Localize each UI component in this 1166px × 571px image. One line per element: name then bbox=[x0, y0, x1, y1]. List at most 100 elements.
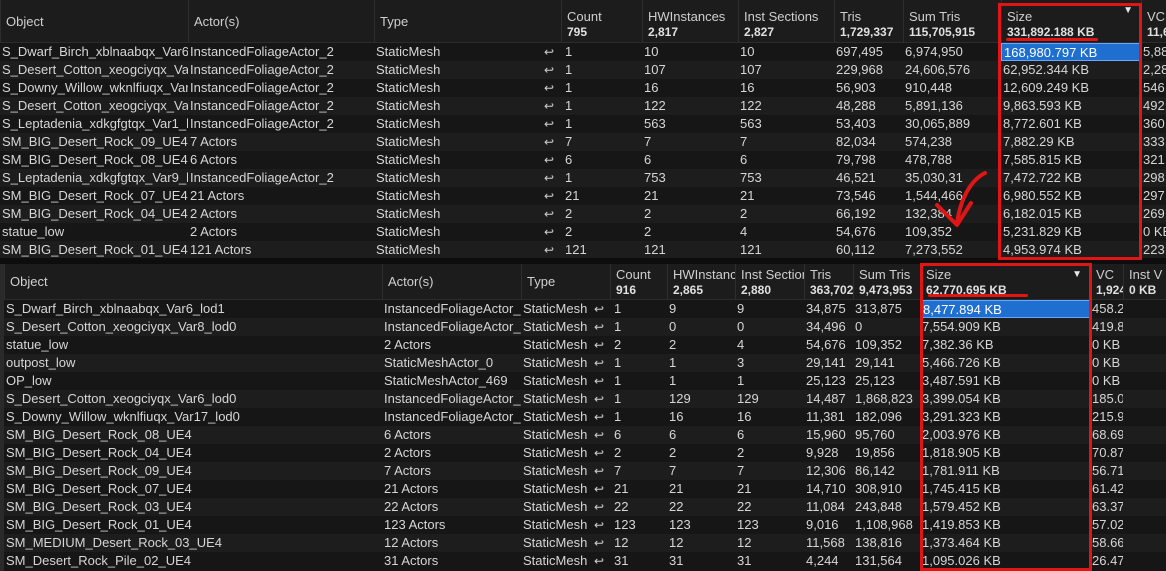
column-header-count[interactable]: Count 795 bbox=[561, 0, 642, 42]
column-header-hwinstances[interactable]: HWInstances 2,817 bbox=[642, 0, 738, 42]
cell-tris: 60,112 bbox=[836, 242, 875, 257]
table-row[interactable]: SM_BIG_Desert_Rock_03_UE4 22 Actors Static… bbox=[4, 498, 1166, 516]
cell-actors: 2 Actors bbox=[190, 224, 237, 239]
link-arrow-icon[interactable]: ↩ bbox=[594, 372, 604, 390]
link-arrow-icon[interactable]: ↩ bbox=[594, 552, 604, 570]
cell-type: StaticMesh bbox=[376, 152, 441, 167]
column-header-label: Count bbox=[616, 267, 651, 282]
size-total-underline-top bbox=[1006, 38, 1098, 41]
link-arrow-icon[interactable]: ↩ bbox=[544, 151, 554, 169]
column-header-vc[interactable]: VC11,6 bbox=[1141, 0, 1166, 42]
cell-inst-sections: 3 bbox=[737, 355, 745, 370]
column-header-actors[interactable]: Actor(s) bbox=[188, 0, 374, 42]
table-row[interactable]: SM_BIG_Desert_Rock_08_UE4 6 Actors StaticM… bbox=[4, 426, 1166, 444]
cell-tris: 229,968 bbox=[836, 62, 883, 77]
link-arrow-icon[interactable]: ↩ bbox=[594, 462, 604, 480]
cell-tris: 697,495 bbox=[836, 44, 883, 59]
cell-hwinstances: 21 bbox=[669, 481, 684, 496]
cell-hwinstances: 7 bbox=[669, 463, 677, 478]
link-arrow-icon[interactable]: ↩ bbox=[594, 318, 604, 336]
cell-type: StaticMesh bbox=[376, 170, 441, 185]
table-row[interactable]: SM_BIG_Desert_Rock_09_UE4 7 Actors StaticM… bbox=[0, 133, 1166, 151]
cell-inst-sections: 22 bbox=[737, 499, 752, 514]
cell-object: S_Leptadenia_xdkgfgtqx_Var1_lo bbox=[2, 116, 188, 131]
link-arrow-icon[interactable]: ↩ bbox=[594, 516, 604, 534]
cell-type: StaticMesh bbox=[376, 206, 441, 221]
sort-descending-icon[interactable]: ▼ bbox=[1123, 5, 1133, 16]
column-header-type[interactable]: Type bbox=[374, 0, 561, 42]
link-arrow-icon[interactable]: ↩ bbox=[544, 43, 554, 61]
link-arrow-icon[interactable]: ↩ bbox=[594, 300, 604, 318]
cell-actors: 31 Actors bbox=[384, 553, 439, 568]
table-row[interactable]: S_Dwarf_Birch_xblnaabqx_Var6_lod1 Instanc… bbox=[4, 300, 1166, 318]
sort-descending-icon[interactable]: ▼ bbox=[1072, 269, 1082, 280]
column-header-sum-tris[interactable]: Sum Tris 9,473,953 bbox=[853, 264, 920, 299]
cell-vc: 185.00 KB bbox=[1092, 391, 1123, 406]
column-total: 2,880 bbox=[741, 283, 772, 297]
cell-vc: 57.020 KB bbox=[1092, 517, 1123, 532]
link-arrow-icon[interactable]: ↩ bbox=[544, 61, 554, 79]
column-header-object[interactable]: Object bbox=[4, 264, 382, 299]
table-row[interactable]: SM_BIG_Desert_Rock_07_UE4 21 Actors Static… bbox=[4, 480, 1166, 498]
column-header-type[interactable]: Type bbox=[521, 264, 610, 299]
table-row[interactable]: SM_BIG_Desert_Rock_04_UE4 2 Actors StaticM… bbox=[4, 444, 1166, 462]
cell-tris: 56,903 bbox=[836, 80, 876, 95]
link-arrow-icon[interactable]: ↩ bbox=[544, 169, 554, 187]
table-row[interactable]: SM_Desert_Rock_Pile_02_UE4 31 Actors Stati… bbox=[4, 552, 1166, 570]
column-header-tris[interactable]: Tris 363,702 bbox=[804, 264, 853, 299]
link-arrow-icon[interactable]: ↩ bbox=[594, 480, 604, 498]
link-arrow-icon[interactable]: ↩ bbox=[594, 426, 604, 444]
link-arrow-icon[interactable]: ↩ bbox=[544, 187, 554, 205]
cell-object: S_Downy_Willow_wknlfiuqx_Var17_lod0 bbox=[6, 409, 240, 424]
column-header-vc[interactable]: VC1,924 bbox=[1090, 264, 1123, 299]
column-header-inst-vc[interactable]: Inst VC0 KB bbox=[1123, 264, 1163, 299]
table-row[interactable]: S_Downy_Willow_wknlfiuqx_Var17_lod0 Insta… bbox=[4, 408, 1166, 426]
table-row[interactable]: SM_MEDIUM_Desert_Rock_03_UE4 12 Actors Sta… bbox=[4, 534, 1166, 552]
column-header-label: Inst Sections bbox=[741, 267, 804, 282]
cell-sum-tris: 1,868,823 bbox=[855, 391, 913, 406]
table-row[interactable]: SM_BIG_Desert_Rock_01_UE4 121 Actors Stati… bbox=[0, 241, 1166, 258]
cell-actors: InstancedFoliageActor_2 bbox=[190, 98, 334, 113]
cell-inst-sections: 9 bbox=[737, 301, 745, 316]
link-arrow-icon[interactable]: ↩ bbox=[544, 223, 554, 241]
column-header-inst-sections[interactable]: Inst Sections 2,827 bbox=[738, 0, 834, 42]
link-arrow-icon[interactable]: ↩ bbox=[544, 115, 554, 133]
column-header-inst-sections[interactable]: Inst Sections2,880 bbox=[735, 264, 804, 299]
link-arrow-icon[interactable]: ↩ bbox=[544, 97, 554, 115]
table-row[interactable]: statue_low 2 Actors StaticMesh 2 2 4 54,676 109… bbox=[4, 336, 1166, 354]
column-header-hwinstances[interactable]: HWInstances2,865 bbox=[667, 264, 735, 299]
cell-hwinstances: 22 bbox=[669, 499, 684, 514]
link-arrow-icon[interactable]: ↩ bbox=[544, 241, 554, 258]
column-header-count[interactable]: Count 916 bbox=[610, 264, 667, 299]
column-header-tris[interactable]: Tris 1,729,337 bbox=[834, 0, 903, 42]
table-row[interactable]: SM_BIG_Desert_Rock_01_UE4 123 Actors Stati… bbox=[4, 516, 1166, 534]
table-row[interactable]: S_Desert_Cotton_xeogciyqx_Var8_lod0 Insta… bbox=[4, 318, 1166, 336]
table-row[interactable]: S_Desert_Cotton_xeogciyqx_Var InstancedFo… bbox=[0, 61, 1166, 79]
column-header-object[interactable]: Object bbox=[0, 0, 188, 42]
table-row[interactable]: S_Desert_Cotton_xeogciyqx_Var6_lod0 Insta… bbox=[4, 390, 1166, 408]
link-arrow-icon[interactable]: ↩ bbox=[594, 408, 604, 426]
link-arrow-icon[interactable]: ↩ bbox=[594, 498, 604, 516]
column-header-actors[interactable]: Actor(s) bbox=[382, 264, 521, 299]
table-row[interactable]: outpost_low StaticMeshActor_0 StaticMesh 1 1… bbox=[4, 354, 1166, 372]
link-arrow-icon[interactable]: ↩ bbox=[544, 133, 554, 151]
table-row[interactable]: S_Dwarf_Birch_xblnaabqx_Var6 InstancedFol… bbox=[0, 43, 1166, 61]
link-arrow-icon[interactable]: ↩ bbox=[594, 354, 604, 372]
table-row[interactable]: S_Downy_Willow_wknlfiuqx_Var1 InstancedFo… bbox=[0, 79, 1166, 97]
table-row[interactable]: SM_BIG_Desert_Rock_09_UE4 7 Actors StaticM… bbox=[4, 462, 1166, 480]
table-row[interactable]: S_Desert_Cotton_xeogciyqx_Var InstancedFo… bbox=[0, 97, 1166, 115]
link-arrow-icon[interactable]: ↩ bbox=[594, 336, 604, 354]
cell-inst-sections: 6 bbox=[737, 427, 745, 442]
table-row[interactable]: S_Leptadenia_xdkgfgtqx_Var1_lo InstancedF… bbox=[0, 115, 1166, 133]
link-arrow-icon[interactable]: ↩ bbox=[594, 444, 604, 462]
column-header-size[interactable]: Size 331,892.188 KB ▼ bbox=[1001, 0, 1141, 42]
cell-type: StaticMesh bbox=[376, 80, 441, 95]
link-arrow-icon[interactable]: ↩ bbox=[594, 390, 604, 408]
column-total: 1,729,337 bbox=[840, 25, 894, 39]
table-row[interactable]: OP_low StaticMeshActor_469 StaticMesh 1 1 1 25… bbox=[4, 372, 1166, 390]
link-arrow-icon[interactable]: ↩ bbox=[594, 534, 604, 552]
column-header-sum-tris[interactable]: Sum Tris 115,705,915 bbox=[903, 0, 1001, 42]
link-arrow-icon[interactable]: ↩ bbox=[544, 205, 554, 223]
cell-inst-sections: 7 bbox=[740, 134, 748, 149]
link-arrow-icon[interactable]: ↩ bbox=[544, 79, 554, 97]
